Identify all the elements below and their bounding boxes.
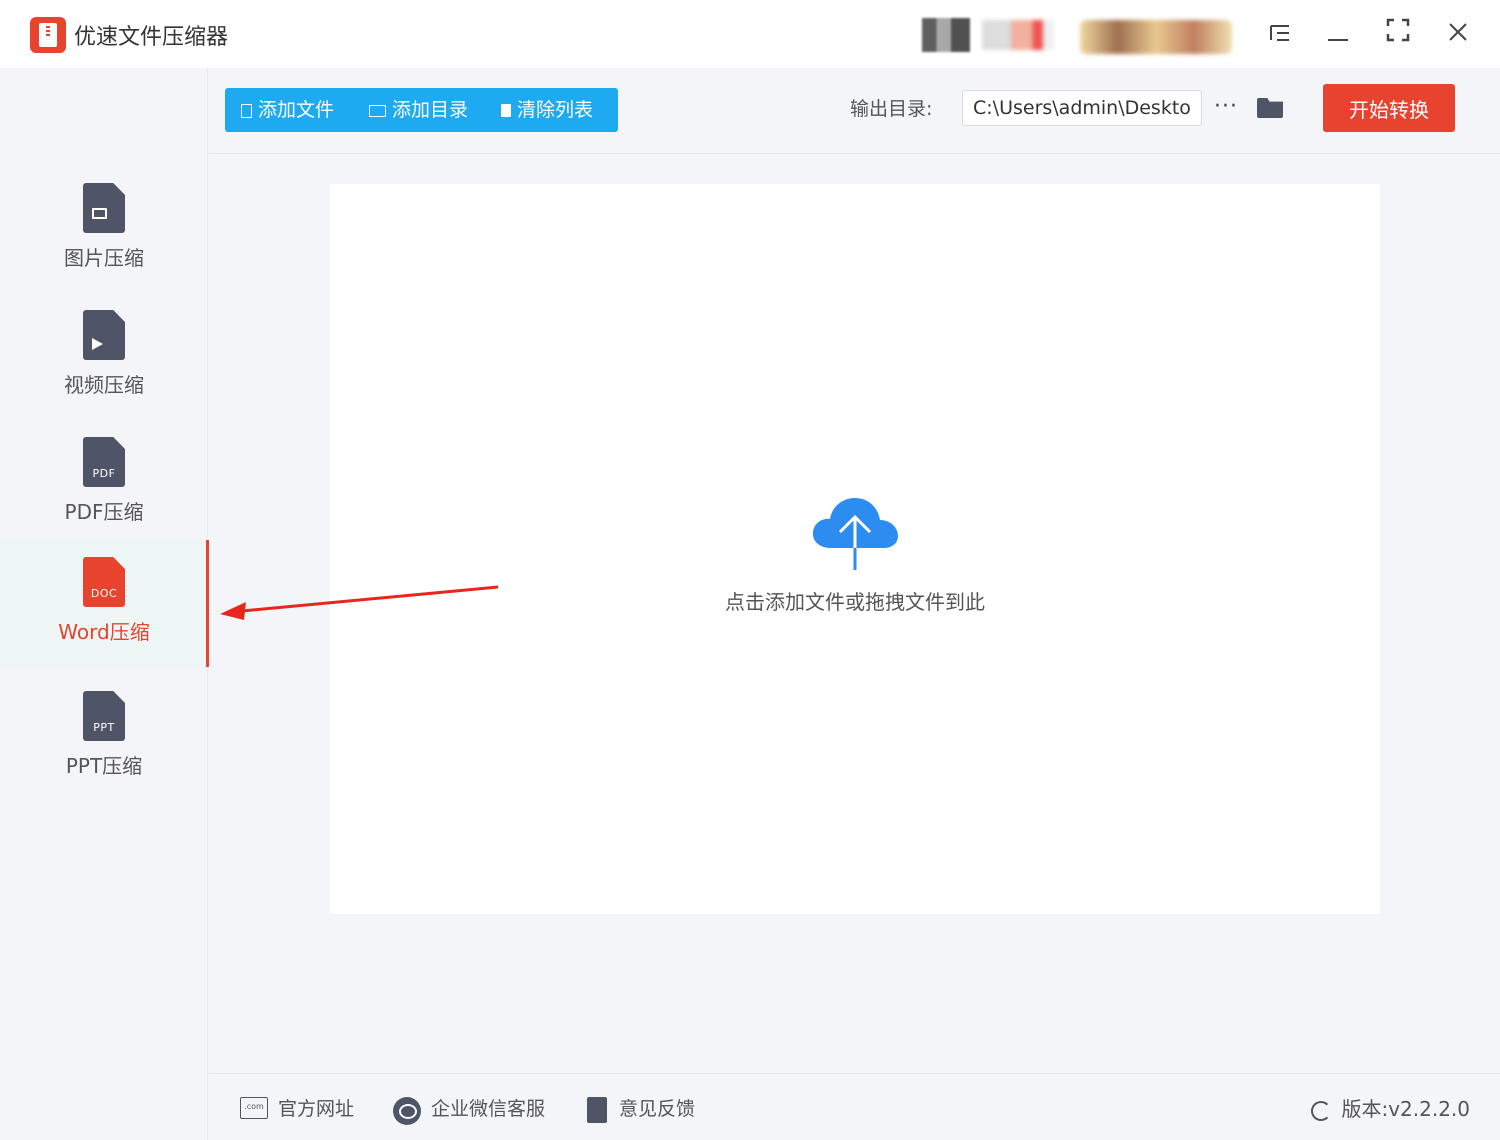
toolbar: 添加文件 添加目录 清除列表 输出目录: ··· 开始转换 bbox=[209, 68, 1500, 154]
more-options-button[interactable]: ··· bbox=[1209, 88, 1243, 124]
trash-icon bbox=[501, 104, 511, 117]
cloud-upload-icon bbox=[812, 498, 898, 570]
annotation-arrow bbox=[220, 585, 499, 620]
sidebar-item-image-compress[interactable]: 图片压缩 bbox=[0, 166, 208, 293]
folder-open-icon bbox=[1257, 98, 1283, 118]
ppt-file-icon: PPT bbox=[83, 691, 125, 741]
sidebar-item-label: 图片压缩 bbox=[64, 246, 144, 270]
output-path-input[interactable] bbox=[962, 90, 1202, 126]
video-file-icon bbox=[83, 310, 125, 360]
file-icon bbox=[241, 103, 252, 118]
wechat-icon bbox=[393, 1097, 421, 1125]
clear-list-button[interactable]: 清除列表 bbox=[501, 88, 593, 132]
minimize-icon[interactable] bbox=[1318, 14, 1358, 54]
output-dir-label: 输出目录: bbox=[850, 98, 933, 120]
sidebar-item-pdf-compress[interactable]: PDF PDF压缩 bbox=[0, 420, 208, 547]
wechat-support-link[interactable]: 企业微信客服 bbox=[393, 1094, 553, 1125]
title-bar: 优速文件压缩器 bbox=[0, 0, 1500, 68]
sidebar-item-label: PPT压缩 bbox=[65, 754, 143, 778]
footer: .com 官方网址 企业微信客服 意见反馈 版本:v2.2.2.0 bbox=[209, 1073, 1500, 1140]
version-info: 版本:v2.2.2.0 bbox=[1311, 1094, 1470, 1124]
app-logo-icon bbox=[30, 17, 66, 53]
folder-icon bbox=[369, 104, 386, 117]
app-title: 优速文件压缩器 bbox=[74, 25, 229, 50]
official-website-link[interactable]: .com 官方网址 bbox=[240, 1094, 360, 1124]
refresh-icon bbox=[1311, 1100, 1332, 1121]
close-icon[interactable] bbox=[1438, 14, 1478, 54]
doc-file-icon: DOC bbox=[83, 557, 125, 607]
sidebar-item-label: 视频压缩 bbox=[64, 373, 144, 397]
sidebar-item-ppt-compress[interactable]: PPT PPT压缩 bbox=[0, 674, 208, 801]
sidebar-item-word-compress[interactable]: DOC Word压缩 bbox=[0, 540, 209, 667]
pdf-file-icon: PDF bbox=[83, 437, 125, 487]
open-folder-button[interactable] bbox=[1255, 94, 1285, 120]
add-folder-button[interactable]: 添加目录 bbox=[369, 88, 468, 132]
start-convert-button[interactable]: 开始转换 bbox=[1323, 84, 1455, 132]
list-menu-icon[interactable] bbox=[1260, 14, 1300, 54]
sidebar-item-video-compress[interactable]: 视频压缩 bbox=[0, 293, 208, 420]
blurred-user-info bbox=[982, 20, 1054, 50]
blurred-avatar bbox=[922, 18, 970, 52]
feedback-link[interactable]: 意见反馈 bbox=[587, 1094, 707, 1124]
image-file-icon bbox=[83, 183, 125, 233]
file-drop-zone[interactable]: 点击添加文件或拖拽文件到此 bbox=[330, 184, 1380, 914]
sidebar-item-label: Word压缩 bbox=[58, 620, 150, 644]
sidebar-item-label: PDF压缩 bbox=[64, 500, 144, 524]
file-action-group: 添加文件 添加目录 清除列表 bbox=[225, 88, 618, 132]
feedback-icon bbox=[587, 1097, 607, 1123]
sidebar: 图片压缩 视频压缩 PDF PDF压缩 DOC Word压缩 PPT PPT压缩 bbox=[0, 68, 209, 1140]
website-icon: .com bbox=[240, 1097, 268, 1119]
maximize-icon[interactable] bbox=[1378, 14, 1418, 54]
add-file-button[interactable]: 添加文件 bbox=[241, 88, 334, 132]
blurred-account-badge bbox=[1080, 20, 1232, 54]
